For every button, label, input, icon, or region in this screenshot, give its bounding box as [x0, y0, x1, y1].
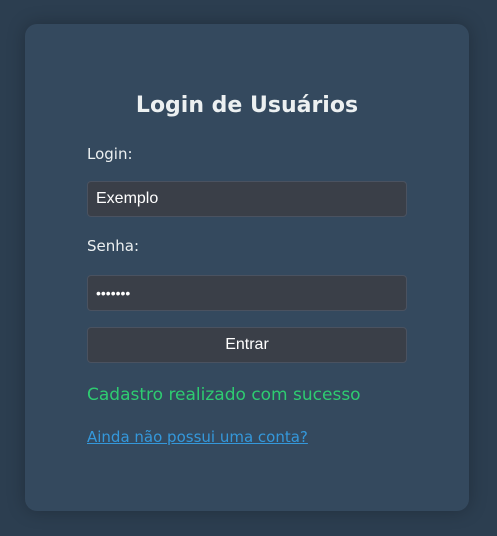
login-input[interactable]: Exemplo [87, 181, 407, 217]
submit-button[interactable]: Entrar [87, 327, 407, 363]
success-message: Cadastro realizado com sucesso [87, 385, 361, 405]
password-label: Senha: [87, 237, 140, 255]
register-link[interactable]: Ainda não possui uma conta? [87, 427, 308, 447]
password-input[interactable]: ••••••• [87, 275, 407, 311]
login-label: Login: [87, 145, 133, 163]
page-title: Login de Usuários [135, 93, 359, 118]
login-card: Login de Usuários Login: Exemplo Senha: … [25, 24, 469, 511]
